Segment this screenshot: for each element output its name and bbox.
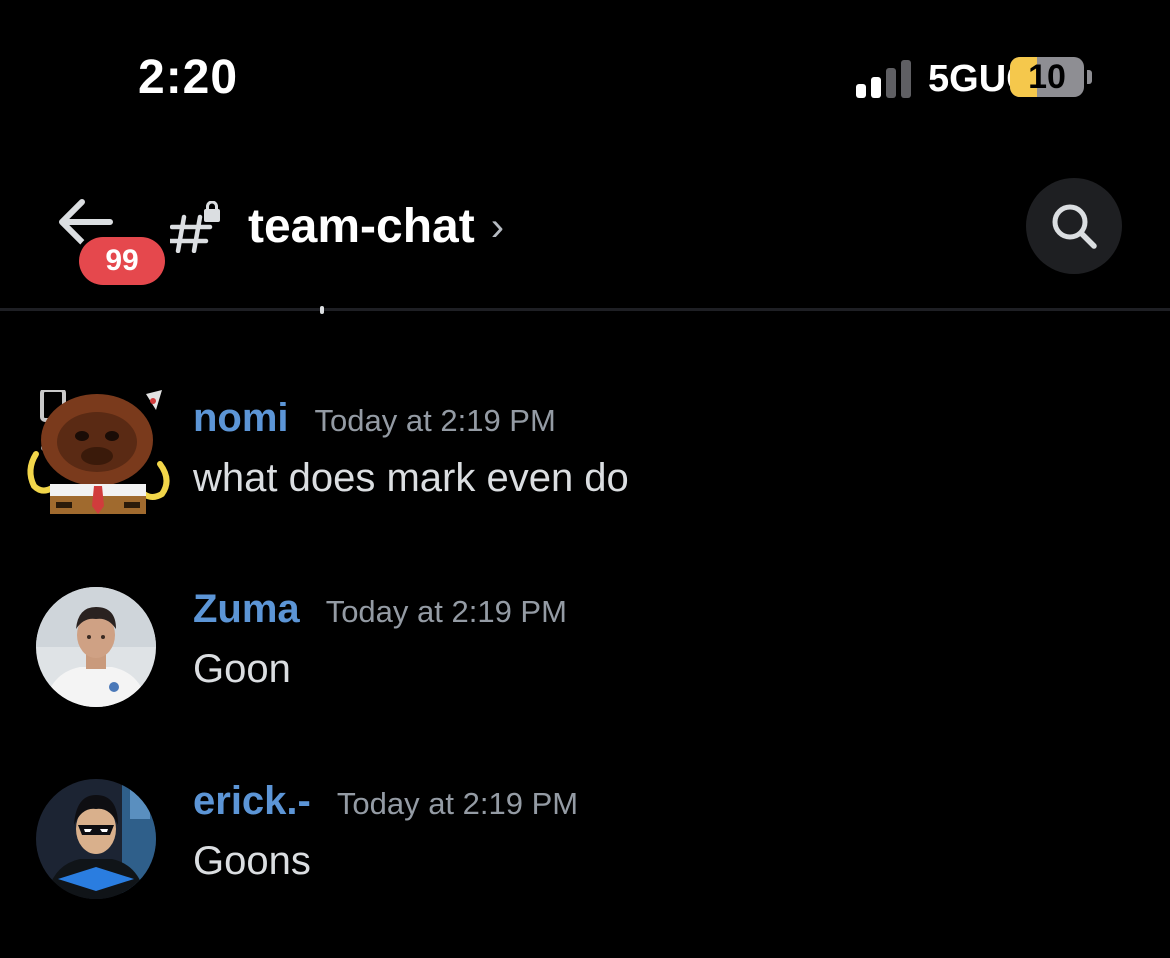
author-name[interactable]: Zuma: [193, 587, 300, 632]
channel-title[interactable]: team-chat ›: [170, 196, 504, 258]
header-divider: [0, 308, 1170, 311]
unread-count-badge: 99: [79, 237, 165, 285]
signal-bar-3: [886, 68, 896, 98]
search-icon: [1052, 204, 1097, 249]
message-item[interactable]: Zuma Today at 2:19 PM Goon: [0, 587, 1170, 717]
avatar-photo: [36, 779, 156, 899]
user-avatar[interactable]: [36, 587, 156, 707]
battery-icon: 10: [1010, 57, 1084, 97]
chevron-right-icon: ›: [490, 205, 505, 249]
signal-strength-icon: [856, 60, 911, 98]
battery-level: 10: [1028, 58, 1066, 96]
battery-tip: [1087, 70, 1092, 84]
message-text: what does mark even do: [193, 456, 629, 500]
message-header: Zuma Today at 2:19 PM: [193, 587, 567, 632]
signal-bar-2: [871, 77, 881, 98]
author-name[interactable]: nomi: [193, 396, 289, 441]
search-button[interactable]: [1026, 178, 1122, 274]
status-time: 2:20: [138, 51, 239, 104]
avatar-photo: [36, 587, 156, 707]
avatar-with-decoration[interactable]: [22, 390, 172, 522]
signal-bar-1: [856, 84, 866, 98]
locked-hashtag-icon: [170, 201, 220, 253]
message-timestamp: Today at 2:19 PM: [336, 786, 579, 821]
message-header: nomi Today at 2:19 PM: [193, 396, 556, 441]
message-text: Goons: [193, 839, 311, 883]
message-timestamp: Today at 2:19 PM: [314, 403, 556, 438]
message-header: erick.- Today at 2:19 PM: [193, 779, 578, 824]
message-item[interactable]: erick.- Today at 2:19 PM Goons: [0, 779, 1170, 909]
message-text: Goon: [193, 647, 291, 691]
signal-bar-4: [901, 60, 911, 98]
message-timestamp: Today at 2:19 PM: [325, 594, 567, 629]
user-avatar[interactable]: [36, 779, 156, 899]
clipped-message-fragment: [316, 300, 328, 316]
channel-name: team-chat: [248, 200, 475, 253]
message-item[interactable]: nomi Today at 2:19 PM what does mark eve…: [0, 390, 1170, 526]
author-name[interactable]: erick.-: [193, 779, 311, 824]
